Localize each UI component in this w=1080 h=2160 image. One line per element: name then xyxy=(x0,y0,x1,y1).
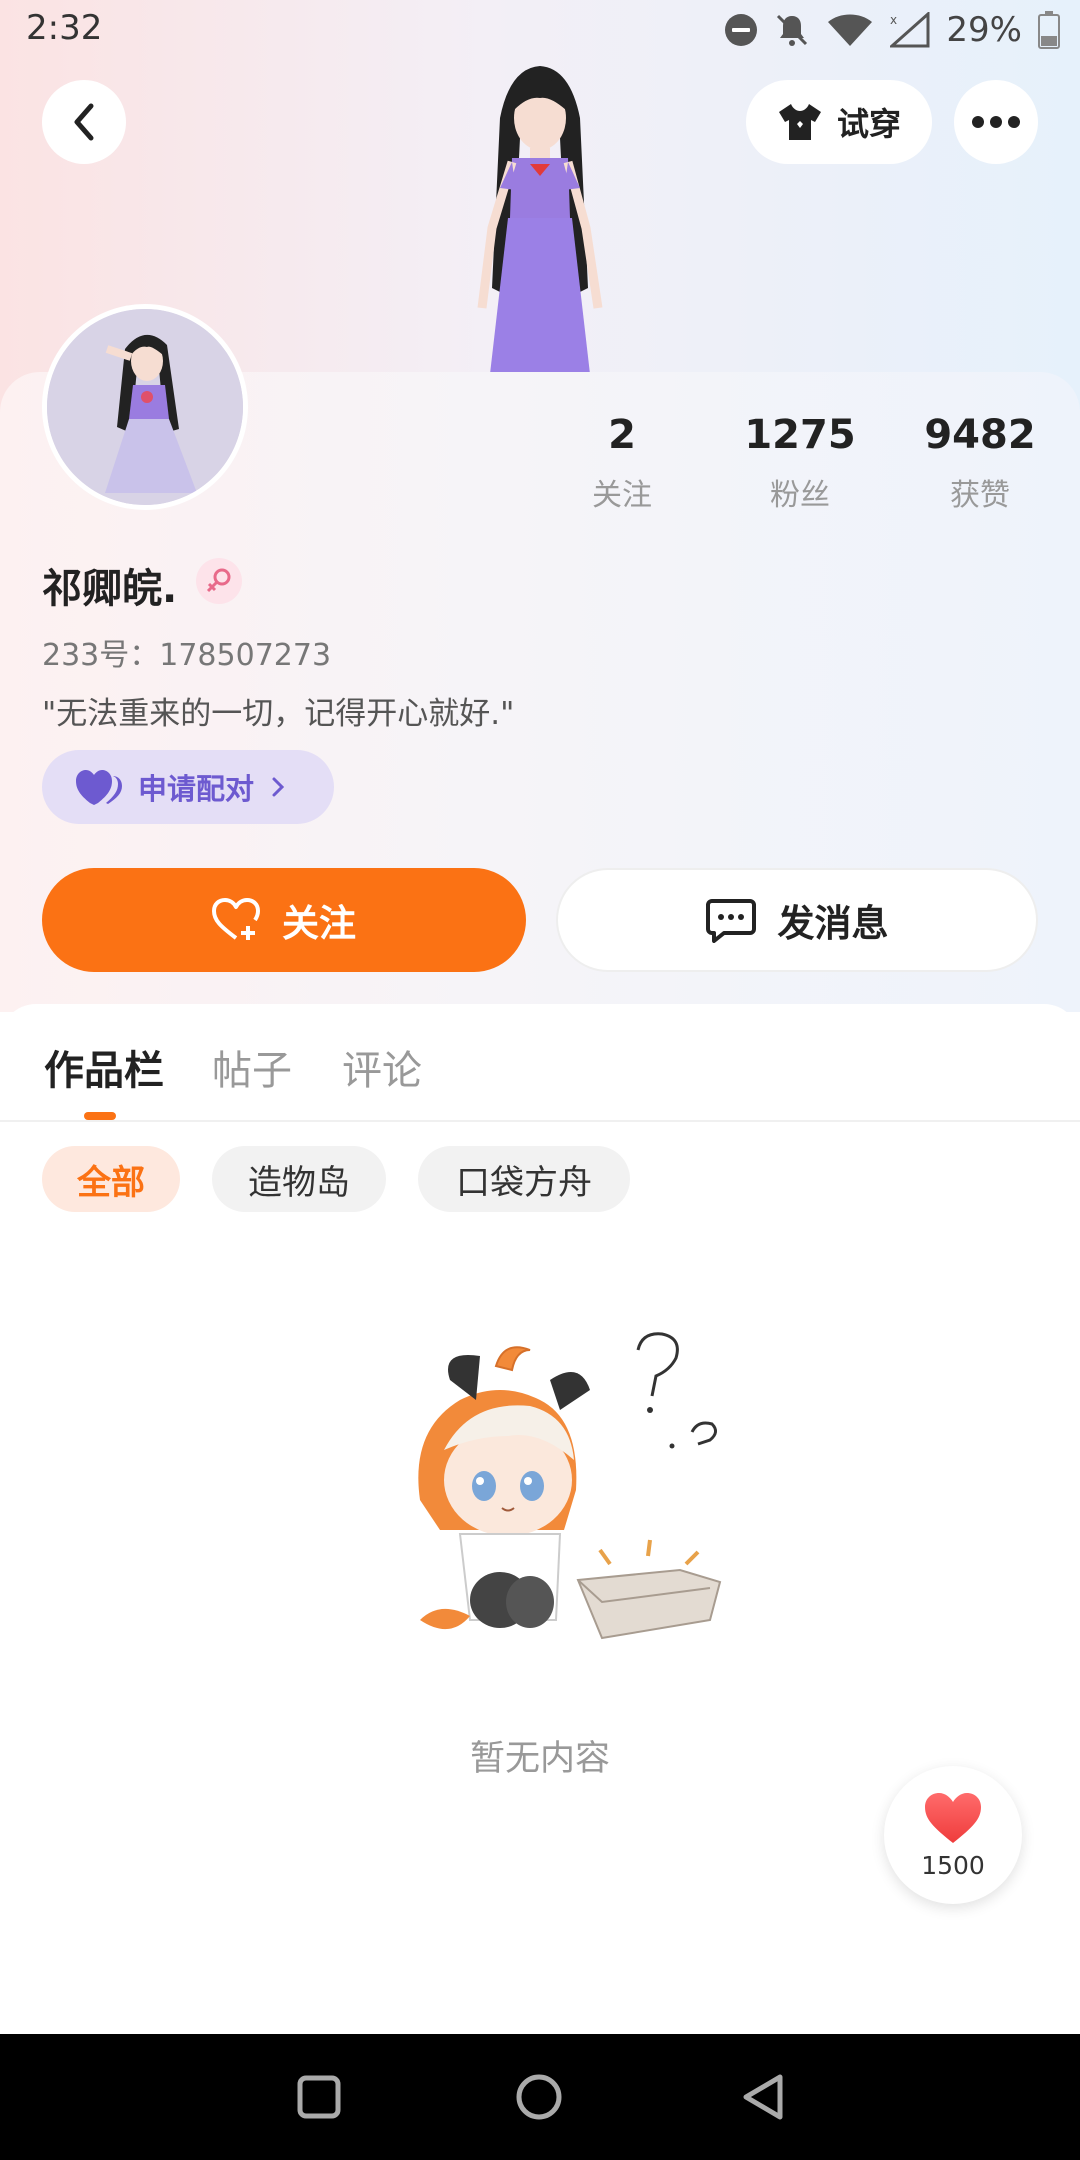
back-nav-button[interactable] xyxy=(720,2054,806,2140)
filter-all[interactable]: 全部 xyxy=(42,1146,180,1212)
battery-icon xyxy=(1038,11,1060,49)
empty-state-illustration xyxy=(418,1332,722,1640)
tab-indicator xyxy=(84,1112,116,1120)
stat-following[interactable]: 2 关注 xyxy=(542,412,702,514)
back-icon xyxy=(74,103,94,141)
try-on-label: 试穿 xyxy=(836,105,901,143)
avatar[interactable] xyxy=(42,304,248,510)
home-button[interactable] xyxy=(496,2054,582,2140)
shirt-icon xyxy=(778,104,821,140)
empty-state-text: 暂无内容 xyxy=(469,1739,610,1779)
stat-label: 关注 xyxy=(592,478,652,513)
chat-icon xyxy=(705,899,756,943)
do-not-disturb-icon xyxy=(725,14,758,46)
back-button[interactable] xyxy=(42,80,126,164)
chevron-right-icon xyxy=(272,777,285,797)
home-icon xyxy=(516,2074,562,2120)
navigation-bar xyxy=(0,2034,1080,2160)
pair-request-button[interactable]: 申请配对 xyxy=(42,750,334,824)
heart-icon xyxy=(925,1792,981,1843)
stat-likes[interactable]: 9482 获赞 xyxy=(900,412,1060,514)
pair-request-label: 申请配对 xyxy=(138,772,255,806)
status-bar: 2:32 x 29% xyxy=(0,0,1080,62)
bell-off-icon xyxy=(777,14,808,46)
try-on-button[interactable]: 试穿 xyxy=(746,80,932,164)
recents-button[interactable] xyxy=(276,2054,362,2140)
follow-label: 关注 xyxy=(282,902,356,945)
more-icon xyxy=(972,116,1020,128)
avatar-figure xyxy=(477,66,603,374)
like-float-button[interactable]: 1500 xyxy=(884,1766,1022,1904)
tab-posts[interactable]: 帖子 xyxy=(212,1038,292,1096)
female-icon xyxy=(206,568,231,593)
status-icons: x 29% xyxy=(724,10,1060,50)
bio: "无法重来的一切，记得开心就好." xyxy=(42,696,515,732)
tab-divider xyxy=(0,1120,1080,1122)
like-count: 1500 xyxy=(921,1850,985,1880)
filter-creation-island[interactable]: 造物岛 xyxy=(212,1146,386,1212)
back-triangle-icon xyxy=(743,2074,783,2120)
stat-label: 获赞 xyxy=(950,478,1010,513)
signal-icon: x xyxy=(890,12,930,48)
hearts-icon xyxy=(76,770,122,805)
more-button[interactable] xyxy=(954,80,1038,164)
wifi-icon xyxy=(828,14,873,46)
svg-text:x: x xyxy=(890,13,897,27)
tab-comments[interactable]: 评论 xyxy=(342,1038,422,1096)
follow-button[interactable]: 关注 xyxy=(42,868,526,972)
stat-value: 1275 xyxy=(744,412,856,458)
message-label: 发消息 xyxy=(777,902,889,945)
stat-value: 2 xyxy=(608,412,636,458)
message-button[interactable]: 发消息 xyxy=(556,868,1038,972)
recents-icon xyxy=(297,2075,341,2119)
stat-value: 9482 xyxy=(924,412,1036,458)
status-time: 2:32 xyxy=(26,8,103,48)
stat-label: 粉丝 xyxy=(770,478,830,513)
filter-pocket-ark[interactable]: 口袋方舟 xyxy=(418,1146,630,1212)
stat-followers[interactable]: 1275 粉丝 xyxy=(720,412,880,514)
username: 祁卿皖. xyxy=(42,566,178,612)
tab-works[interactable]: 作品栏 xyxy=(44,1038,164,1096)
heart-plus-icon xyxy=(212,898,260,940)
avatar-image xyxy=(47,309,243,505)
battery-text: 29% xyxy=(946,10,1022,50)
gender-badge xyxy=(196,558,242,604)
user-id: 233号：178507273 xyxy=(42,638,332,673)
